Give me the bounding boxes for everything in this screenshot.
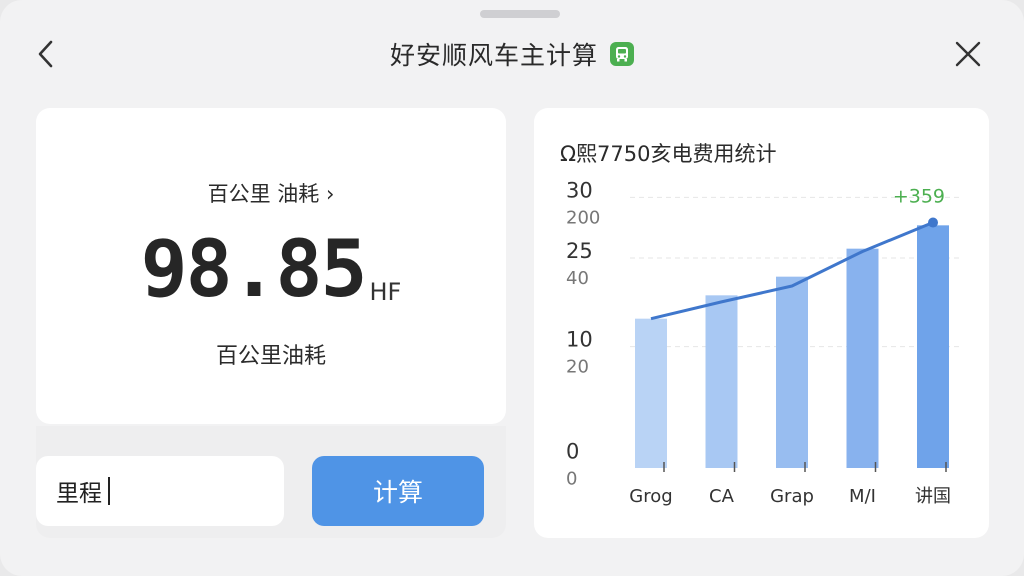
sheet-grabber[interactable] <box>480 10 560 18</box>
result-value-row: 98.85 HF <box>36 226 506 314</box>
y-tick-label-secondary: 20 <box>566 357 589 378</box>
close-button[interactable] <box>948 36 988 72</box>
y-tick-label-secondary: 40 <box>566 268 589 289</box>
bottom-sheet: 好安顺风车主计算 百公里 油耗 › 98.85 HF 百公里油耗 里程 计算 Ω… <box>0 0 1024 576</box>
y-tick-label: 25 <box>566 239 593 263</box>
result-unit: HF <box>369 278 402 306</box>
bar <box>635 318 667 468</box>
close-icon <box>955 41 981 67</box>
result-bottom-label: 百公里油耗 <box>215 344 326 369</box>
y-tick-label: 10 <box>566 328 593 352</box>
bar <box>917 225 949 468</box>
y-tick-label: 0 <box>566 440 579 464</box>
x-tick-label: M/I <box>849 486 876 507</box>
page-title: 好安顺风车主计算 <box>389 41 598 70</box>
bar <box>846 248 879 468</box>
header: 好安顺风车主计算 <box>0 34 1024 74</box>
result-top-label[interactable]: 百公里 油耗 › <box>36 178 506 208</box>
calculate-button[interactable]: 计算 <box>312 456 484 526</box>
mileage-input[interactable]: 里程 <box>36 456 284 526</box>
trend-point <box>928 217 938 228</box>
chart-card: Ω熙7750亥电费用统计 30 200 25 40 10 20 0 0 Grog CA Grap M/… <box>534 108 989 538</box>
y-tick-label: 30 <box>566 178 593 202</box>
cost-chart: 302002540102000Grog CA Grap M/I 讲国+359 <box>566 178 959 507</box>
x-tick-label: Grog <box>629 486 672 507</box>
text-caret <box>108 477 110 505</box>
bar <box>705 295 738 468</box>
x-tick-label: Grap <box>770 486 814 507</box>
result-card: 百公里 油耗 › 98.85 HF 百公里油耗 <box>36 108 506 424</box>
trend-annotation: +359 <box>893 186 945 208</box>
x-tick-label: 讲国 <box>915 486 951 507</box>
result-value: 98.85 <box>140 225 368 315</box>
y-tick-label-secondary: 200 <box>566 207 600 228</box>
bus-icon <box>610 42 634 66</box>
bar <box>776 276 808 468</box>
x-tick-label: CA <box>709 486 735 507</box>
mileage-label: 里程 <box>56 481 102 507</box>
y-tick-label-secondary: 0 <box>566 469 577 490</box>
